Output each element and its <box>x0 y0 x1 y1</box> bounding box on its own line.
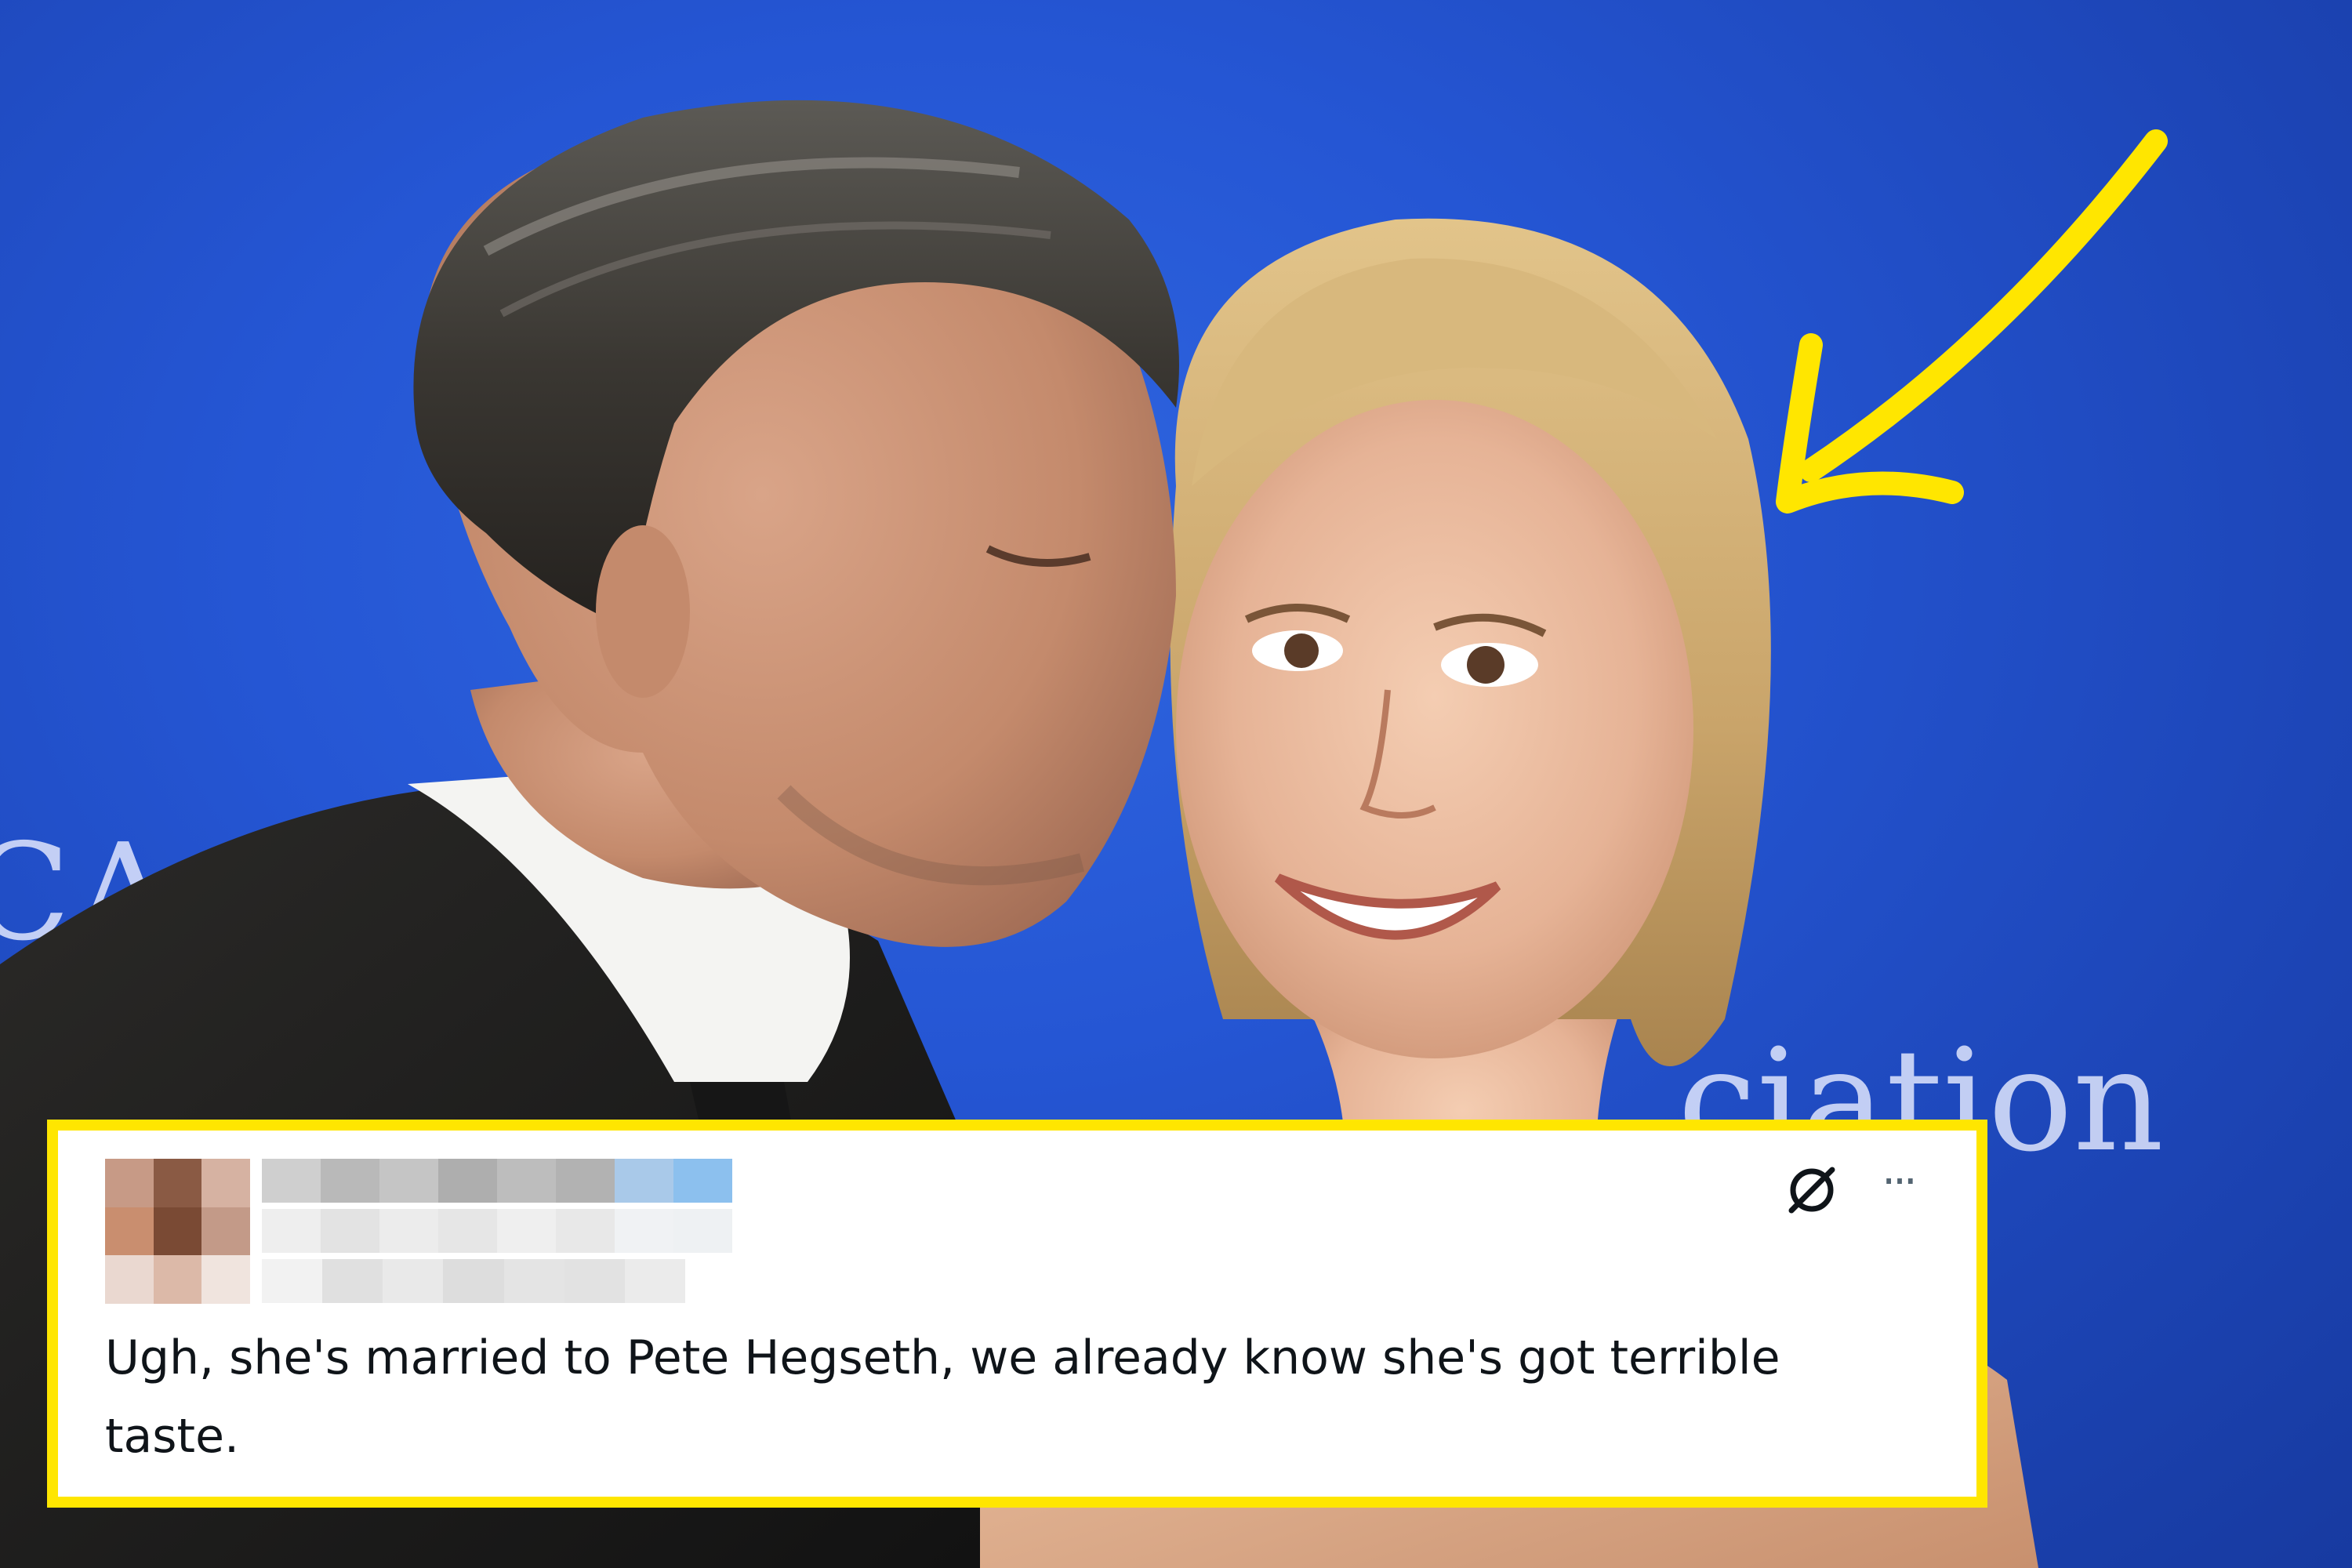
more-options-icon[interactable]: ··· <box>1867 1159 1929 1221</box>
no-symbol-icon[interactable] <box>1780 1159 1843 1221</box>
photo-scene: CA ciation <box>0 0 2352 1568</box>
blurred-author-handle <box>262 1209 732 1253</box>
tweet-card: ··· Ugh, she's married to Pete Hegseth, … <box>47 1120 1987 1508</box>
tweet-body: Ugh, she's married to Pete Hegseth, we a… <box>105 1330 1780 1464</box>
blurred-author-name <box>262 1159 732 1203</box>
blurred-tweet-meta <box>262 1259 685 1303</box>
blurred-avatar <box>105 1159 250 1304</box>
